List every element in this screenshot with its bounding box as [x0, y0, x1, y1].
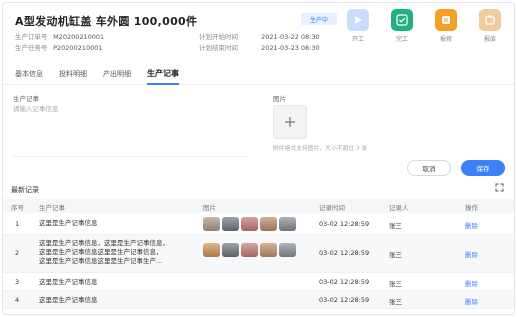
action-label: 报修: [439, 36, 452, 43]
meta-value: M20200210001: [53, 33, 105, 41]
image-thumbnail[interactable]: [203, 243, 220, 257]
table-row: 2 这里是生产记事信息，这里是生产记事信息， 这里是生产记事信息这里是生产记事信…: [3, 235, 514, 273]
image-thumbnail[interactable]: [222, 243, 239, 257]
wrench-icon: [435, 9, 457, 31]
meta-label: 生产任务号: [15, 44, 48, 52]
table-row: 1 这里是生产记事信息 03-02 12:28:59 张三 删除: [3, 213, 514, 235]
order-no-row: 生产订单号 M20200210001: [15, 31, 104, 41]
upload-hint: 附件格式支持图片，大小不超过 3 张: [273, 146, 368, 152]
cancel-button[interactable]: 取消: [407, 160, 451, 176]
plan-start-row: 计划开始时间 2021-03-22 08:30: [199, 31, 320, 41]
tab-basic-info[interactable]: 基本信息: [15, 69, 43, 83]
row-description: 这里是生产记事信息，这里是生产记事信息， 这里是生产记事信息这里是生产记事信息，…: [39, 239, 189, 266]
task-no-row: 生产任务号 P20200210001: [15, 42, 103, 52]
column-header: 图片: [203, 204, 216, 212]
image-thumbnail[interactable]: [260, 243, 277, 257]
image-thumbnail[interactable]: [241, 217, 258, 231]
action-label: 报废: [483, 36, 496, 43]
row-person: 张三: [389, 280, 402, 288]
row-number: 4: [15, 296, 20, 304]
note-label: 生产记事: [13, 95, 39, 103]
row-number: 2: [15, 249, 20, 257]
task-header: A型发动机缸盖 车外圆 100,000件 生产中 生产订单号 M20200210…: [3, 3, 514, 63]
note-textarea[interactable]: 请输入记事信息: [13, 103, 247, 157]
description-line: 这里是生产记事信息，这里是生产记事信息，: [39, 239, 169, 247]
tab-bar: 基本信息 投料明细 产出明细 生产记事: [3, 63, 514, 85]
row-images: [203, 243, 296, 257]
records-title: 最新记录: [11, 186, 39, 194]
column-header: 序号: [11, 204, 24, 212]
action-label: 完工: [395, 36, 408, 43]
delete-link[interactable]: 删除: [465, 220, 478, 230]
row-time: 03-02 12:28:59: [319, 249, 370, 257]
meta-label: 生产订单号: [15, 33, 48, 41]
table-header: 序号 生产记事 图片 记录时间 记录人 操作: [3, 199, 514, 213]
image-thumbnail[interactable]: [241, 243, 258, 257]
complete-button[interactable]: 完工: [387, 9, 417, 43]
row-description: 这里是生产记事信息: [39, 219, 98, 227]
table-row: 3 这里是生产记事信息 03-02 12:28:59 张三 删除: [3, 273, 514, 291]
action-label: 开工: [351, 36, 364, 43]
row-person: 张三: [389, 222, 402, 230]
page-title: A型发动机缸盖 车外圆 100,000件: [15, 15, 198, 28]
column-header: 记录人: [389, 204, 409, 212]
description-line: 这里是生产记事信息这里是生产记事信息，: [39, 248, 163, 256]
trash-icon: [479, 9, 501, 31]
meta-label: 计划结束时间: [199, 44, 238, 52]
plan-end-row: 计划结束时间 2021-03-23 08:30: [199, 42, 320, 52]
column-header: 操作: [465, 204, 478, 212]
row-number: 3: [15, 278, 20, 286]
image-upload-button[interactable]: [273, 105, 307, 139]
repair-button[interactable]: 报修: [431, 9, 461, 43]
image-thumbnail[interactable]: [279, 217, 296, 231]
image-thumbnail[interactable]: [260, 217, 277, 231]
plus-icon: [285, 117, 295, 127]
scrap-button[interactable]: 报废: [475, 9, 505, 43]
start-button[interactable]: 开工: [343, 9, 373, 43]
row-images: [203, 217, 296, 231]
tab-output-detail[interactable]: 产出明细: [103, 69, 131, 83]
play-icon: [347, 9, 369, 31]
image-label: 图片: [273, 95, 286, 103]
page-frame: A型发动机缸盖 车外圆 100,000件 生产中 生产订单号 M20200210…: [2, 2, 515, 315]
description-line: 这里是生产记事信息这里是生产记事生产...: [39, 257, 163, 265]
table-row: 4 这里是生产记事信息 03-02 12:28:59 张三 删除: [3, 291, 514, 309]
meta-value: P20200210001: [53, 44, 103, 52]
column-header: 记录时间: [319, 204, 345, 212]
image-thumbnail[interactable]: [203, 217, 220, 231]
expand-icon[interactable]: [495, 183, 504, 195]
row-description: 这里是生产记事信息: [39, 278, 98, 286]
check-icon: [391, 9, 413, 31]
tab-production-notes[interactable]: 生产记事: [147, 68, 179, 85]
row-number: 1: [15, 220, 20, 228]
title-row: A型发动机缸盖 车外圆 100,000件: [15, 13, 197, 29]
row-time: 03-02 12:28:59: [319, 278, 370, 286]
meta-value: 2021-03-23 08:30: [261, 44, 320, 52]
meta-value: 2021-03-22 08:30: [261, 33, 320, 41]
save-button[interactable]: 保存: [461, 160, 505, 176]
tab-material-detail[interactable]: 投料明细: [59, 69, 87, 83]
column-header: 生产记事: [39, 204, 65, 212]
delete-link[interactable]: 删除: [465, 296, 478, 306]
image-thumbnail[interactable]: [222, 217, 239, 231]
delete-link[interactable]: 删除: [465, 249, 478, 259]
row-time: 03-02 12:28:59: [319, 296, 370, 304]
action-bar: 开工 完工 报修 报废: [343, 9, 513, 57]
row-description: 这里是生产记事信息: [39, 296, 98, 304]
note-form: 生产记事 请输入记事信息 图片 附件格式支持图片，大小不超过 3 张 取消 保存: [3, 87, 514, 177]
image-thumbnail[interactable]: [279, 243, 296, 257]
row-person: 张三: [389, 298, 402, 306]
row-time: 03-02 12:28:59: [319, 220, 370, 228]
delete-link[interactable]: 删除: [465, 278, 478, 288]
row-person: 张三: [389, 251, 402, 259]
status-badge: 生产中: [301, 13, 337, 25]
meta-label: 计划开始时间: [199, 33, 238, 41]
